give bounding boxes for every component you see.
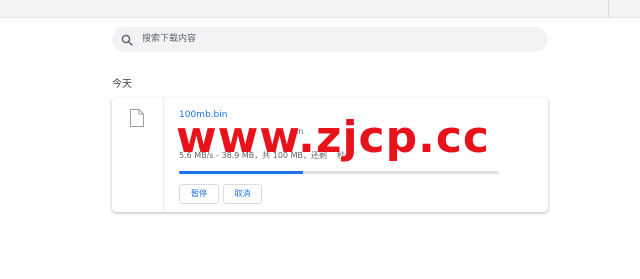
search-input[interactable]: 搜索下载内容 (142, 33, 196, 46)
search-bar[interactable]: 搜索下载内容 (112, 27, 548, 52)
top-bar (0, 0, 640, 18)
section-title-today: 今天 (112, 79, 132, 90)
pause-button[interactable]: 暂停 (179, 184, 219, 204)
watermark: www.zjcp.cc (176, 112, 490, 163)
file-icon (130, 109, 144, 127)
download-progress-fill (179, 171, 304, 174)
toolbar-divider (608, 0, 609, 18)
search-icon (121, 34, 133, 46)
download-progress-bar (179, 171, 499, 174)
download-item-icon-column (112, 98, 164, 212)
cancel-button[interactable]: 取消 (223, 184, 262, 204)
